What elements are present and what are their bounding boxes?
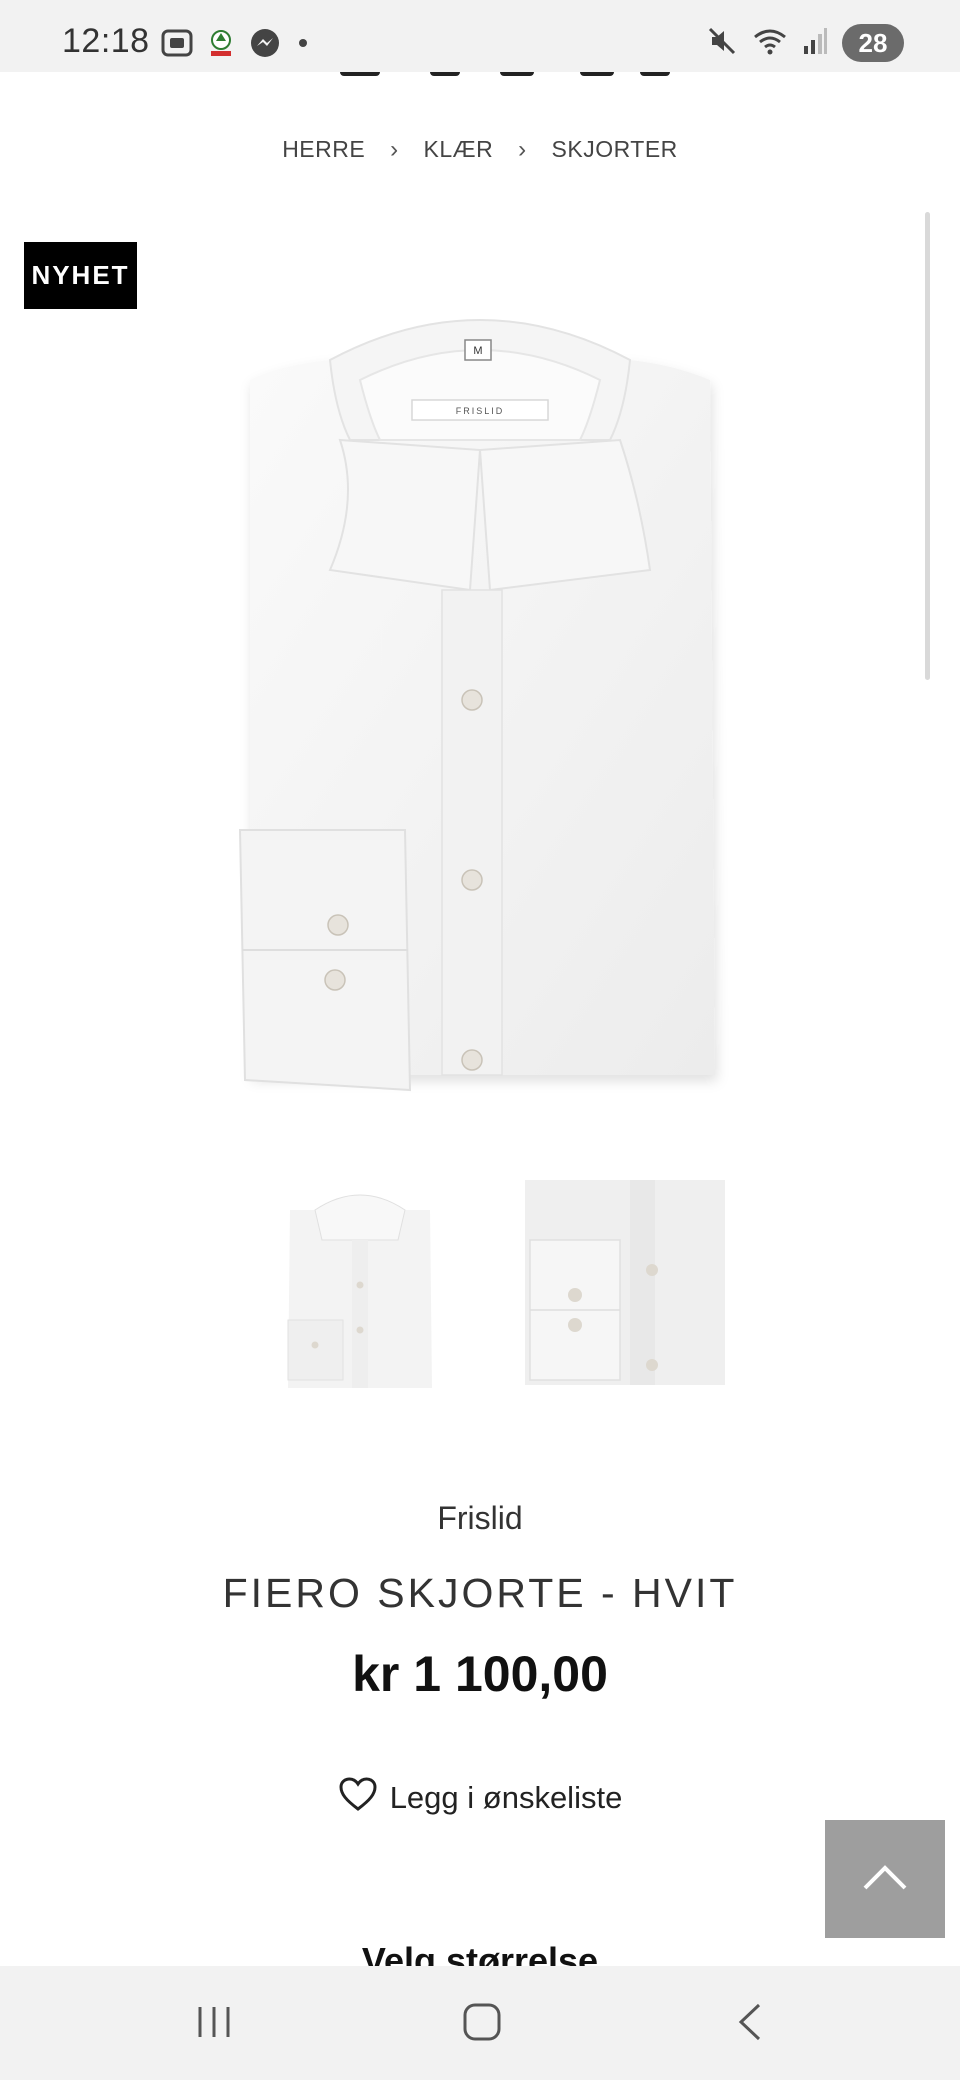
status-time: 12:18 (62, 22, 150, 60)
size-tag-label: M (473, 345, 482, 357)
heart-icon (338, 1776, 378, 1820)
dot-icon (296, 36, 310, 55)
size-selector-heading: Velg størrelse (361, 1940, 599, 1966)
scroll-to-top-button[interactable] (825, 1820, 945, 1938)
breadcrumb: HERRE › KLÆR › SKJORTER (0, 136, 960, 164)
status-icons-right: 28 (706, 24, 904, 62)
wishlist-label: Legg i ønskeliste (389, 1780, 623, 1815)
mute-icon (706, 25, 738, 62)
new-badge: NYHET (24, 242, 137, 309)
home-button[interactable] (442, 1994, 522, 2054)
messenger-icon (248, 26, 282, 65)
back-button[interactable] (710, 1994, 790, 2054)
breadcrumb-item-herre[interactable]: HERRE (282, 136, 365, 163)
scrollbar[interactable] (925, 212, 930, 680)
product-thumbnail-detail[interactable] (525, 1180, 725, 1395)
product-title: FIERO SKJORTE - HVIT (222, 1570, 738, 1616)
store-icon (208, 28, 234, 63)
product-main-image[interactable]: FRISLID M (220, 290, 740, 1110)
add-to-wishlist-button[interactable]: Legg i ønskeliste (0, 1776, 960, 1820)
product-thumbnail-front[interactable] (260, 1180, 460, 1395)
product-brand[interactable]: Frislid (0, 1500, 960, 1537)
breadcrumb-item-skjorter[interactable]: SKJORTER (552, 136, 678, 163)
breadcrumb-item-klaer[interactable]: KLÆR (423, 136, 493, 163)
collar-label: FRISLID (456, 406, 505, 416)
screenshot-icon (160, 27, 194, 64)
signal-icon (802, 26, 828, 61)
recent-apps-icon (194, 2002, 234, 2047)
product-price: kr 1 100,00 (352, 1646, 608, 1702)
status-bar: 12:18 28 (0, 0, 960, 72)
back-icon (735, 2001, 765, 2048)
home-icon (461, 2001, 503, 2048)
site-logo[interactable] (320, 72, 680, 86)
status-icons-left (160, 26, 310, 65)
chevron-right-icon: › (390, 136, 399, 163)
chevron-up-icon (860, 1862, 910, 1897)
wifi-icon (752, 25, 788, 62)
recent-apps-button[interactable] (174, 1994, 254, 2054)
battery-indicator: 28 (842, 24, 904, 62)
chevron-right-icon: › (518, 136, 527, 163)
system-navigation-bar (0, 1966, 960, 2080)
